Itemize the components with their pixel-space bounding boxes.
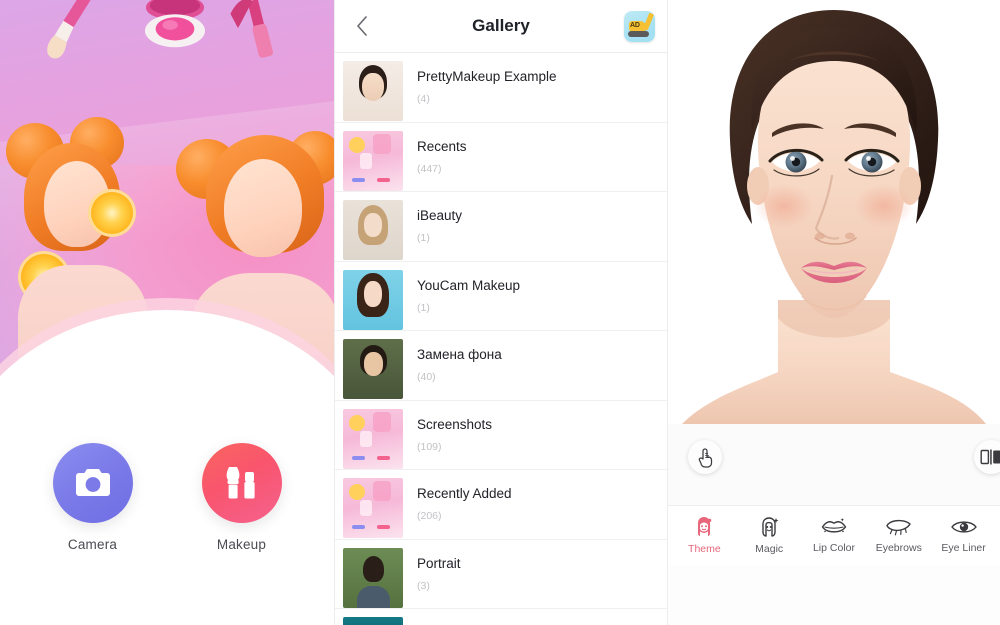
page-title: Gallery	[472, 16, 530, 35]
list-item[interactable]: Recently Added (206)	[335, 470, 667, 540]
album-count: (206)	[417, 510, 442, 522]
album-count: (4)	[417, 93, 430, 105]
compare-split-icon	[980, 449, 1000, 465]
tab-lip-color-label: Lip Color	[812, 542, 855, 554]
album-name: Замена фона	[417, 347, 502, 362]
promo-banner	[0, 0, 334, 392]
tab-eyebrows[interactable]: Eyebrows	[867, 517, 931, 554]
tab-theme[interactable]: Theme	[672, 516, 736, 555]
back-button[interactable]	[347, 11, 377, 41]
list-item[interactable]: YouCam Makeup (1)	[335, 262, 667, 331]
lips-icon	[821, 518, 847, 533]
makeup-brush-lipstick-icon	[226, 467, 255, 499]
camera-button-circle[interactable]	[52, 443, 133, 523]
ad-badge[interactable]: AD	[624, 10, 655, 42]
album-count: (1)	[417, 301, 430, 314]
album-thumbnail	[343, 478, 403, 538]
tab-eye-liner-label: Eye Liner	[941, 542, 986, 554]
hand-touch-icon	[698, 447, 712, 468]
tab-magic[interactable]: Magic	[737, 516, 801, 555]
camera-button-label: Camera	[67, 537, 118, 552]
album-name: Recents	[417, 138, 467, 154]
eye-icon	[950, 521, 977, 533]
list-item[interactable]: Recents (447)	[335, 123, 667, 192]
album-name: Screenshots	[417, 416, 493, 432]
album-thumbnail	[343, 408, 403, 469]
album-count: (3)	[417, 579, 430, 592]
album-name: Portrait	[417, 555, 461, 571]
camera-icon	[75, 469, 110, 496]
album-thumbnail	[343, 130, 403, 191]
tab-lip-color[interactable]: Lip Color	[802, 517, 866, 554]
editor-tabbar: Theme Magic Lip Color Eyebrows Eye Liner	[668, 505, 1000, 565]
list-item[interactable]: Замена фона (40)	[335, 331, 667, 401]
list-item[interactable]: PrettyMakeup Example (4)	[335, 53, 667, 123]
tab-theme-label: Theme	[688, 543, 721, 555]
list-item[interactable]: Screenshots (109)	[335, 401, 667, 470]
album-name: YouCam Makeup	[417, 277, 521, 293]
model-face-image	[668, 0, 1000, 424]
album-name: PrettyMakeup Example	[417, 69, 557, 84]
home-action-bar: Camera Makeup	[0, 392, 334, 625]
album-count: (1)	[417, 232, 430, 244]
editor-photo[interactable]	[668, 0, 1000, 424]
album-thumbnail	[343, 339, 403, 399]
makeup-button-label: Makeup	[216, 537, 267, 552]
editor-panel: Theme Magic Lip Color Eyebrows Eye Liner	[668, 0, 1000, 625]
album-thumbnail	[343, 61, 403, 121]
app-screenshot: Camera Makeup Gallery AD PrettyMakeup Ex…	[0, 0, 1000, 625]
album-thumbnail	[343, 617, 403, 625]
gallery-panel: Gallery AD PrettyMakeup Example (4) Rece…	[334, 0, 668, 625]
gallery-header: Gallery AD	[335, 0, 667, 53]
album-thumbnail	[343, 269, 403, 330]
list-item[interactable]: Portrait (3)	[335, 540, 667, 609]
camera-button[interactable]: Camera	[52, 443, 133, 552]
tab-magic-label: Magic	[755, 543, 784, 555]
album-name: iBeauty	[417, 208, 463, 223]
magic-wand-face-icon	[762, 517, 779, 537]
album-count: (109)	[417, 440, 442, 453]
compare-view-button[interactable]	[974, 440, 1000, 474]
album-name: Recently Added	[417, 486, 512, 501]
album-count: (447)	[417, 162, 442, 175]
album-thumbnail	[343, 200, 403, 260]
touch-compare-button[interactable]	[688, 440, 722, 474]
list-item[interactable]	[335, 609, 667, 625]
editor-toolbar-area: Theme Magic Lip Color Eyebrows Eye Liner	[668, 424, 1000, 565]
chevron-left-icon	[357, 16, 367, 36]
powder-compact-icon	[144, 0, 206, 48]
album-thumbnail	[343, 547, 403, 608]
makeup-button[interactable]: Makeup	[201, 443, 282, 552]
makeup-button-circle[interactable]	[201, 443, 282, 523]
gallery-album-list[interactable]: PrettyMakeup Example (4) Recents (447) i…	[335, 53, 667, 625]
album-count: (40)	[417, 371, 436, 383]
tab-eye-liner[interactable]: Eye Liner	[932, 517, 996, 554]
ad-badge-label: AD	[630, 21, 640, 29]
list-item[interactable]: iBeauty (1)	[335, 192, 667, 262]
home-panel: Camera Makeup	[0, 0, 334, 625]
tab-eyebrows-label: Eyebrows	[875, 542, 922, 554]
theme-face-icon	[698, 517, 712, 536]
eyebrow-icon	[886, 519, 911, 536]
ad-crane-track	[628, 30, 649, 37]
